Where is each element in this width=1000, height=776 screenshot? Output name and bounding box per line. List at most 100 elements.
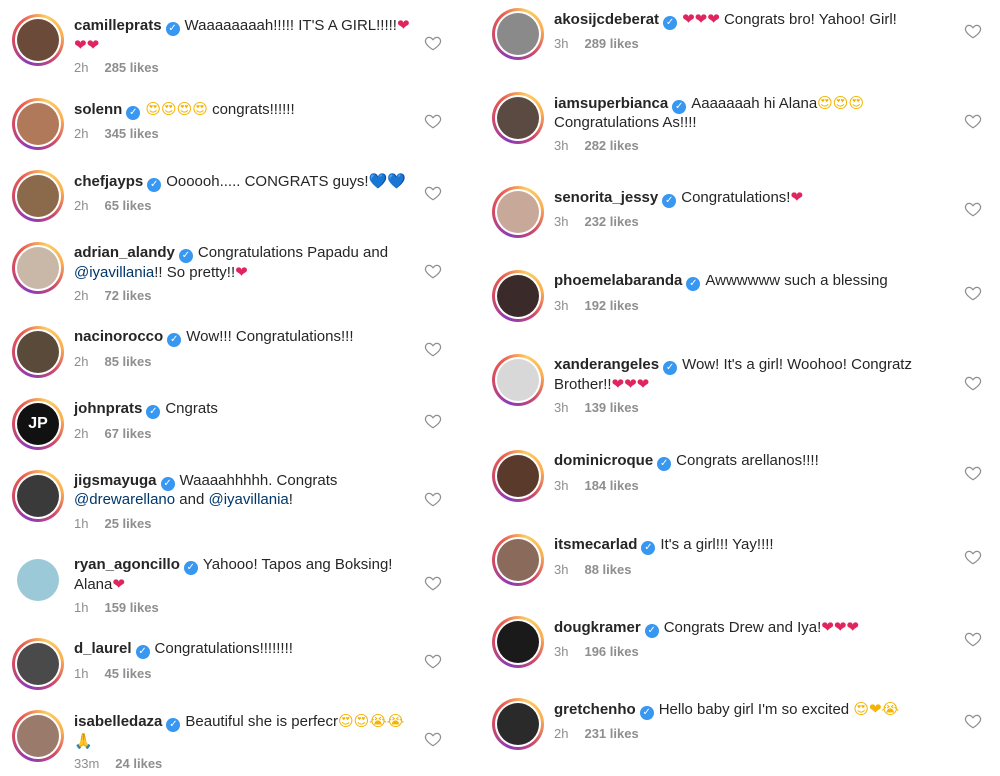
comment-likes[interactable]: 139 likes [584,400,638,415]
avatar[interactable] [12,98,64,150]
comment-likes[interactable]: 196 likes [584,644,638,659]
avatar[interactable] [12,326,64,378]
comment-message: Brother!! [554,376,612,393]
avatar[interactable] [492,8,544,60]
comment-likes[interactable]: 85 likes [104,354,151,369]
heart-outline-icon[interactable] [964,374,982,392]
verified-badge-icon: ✓ [663,361,678,375]
heart-outline-icon[interactable] [424,412,442,430]
comment-message: I'm so excited [753,701,854,718]
mention-link[interactable]: @iyavillania [74,264,154,281]
avatar[interactable] [12,470,64,522]
avatar[interactable] [492,698,544,750]
comment-message: Congrats arellanos!!!! [676,452,819,469]
avatar[interactable] [492,186,544,238]
emoji: ❤❤❤ [611,375,650,393]
comment-item: JP johnprats ✓ Cngrats 2h 67 likes [0,398,450,478]
heart-outline-icon[interactable] [424,112,442,130]
comment-likes[interactable]: 72 likes [104,288,151,303]
mention-link[interactable]: @iyavillania [209,491,289,508]
comment-username[interactable]: chefjayps [74,173,143,190]
comment-likes[interactable]: 184 likes [584,478,638,493]
comment-message: Congratulations Papadu and [197,244,389,261]
heart-outline-icon[interactable] [964,22,982,40]
comment-meta: 3h 192 likes [554,298,639,313]
heart-outline-icon[interactable] [964,200,982,218]
comment-text: phoemelabaranda ✓ Awwwwww such a blessing [554,272,954,291]
avatar[interactable] [492,92,544,144]
comment-likes[interactable]: 192 likes [584,298,638,313]
heart-outline-icon[interactable] [424,652,442,670]
comment-username[interactable]: johnprats [74,400,142,417]
comment-username[interactable]: jigsmayuga [74,472,157,489]
comment-likes[interactable]: 159 likes [104,600,158,615]
comment-meta: 2h 72 likes [74,288,151,303]
heart-outline-icon[interactable] [424,184,442,202]
comment-time: 3h [554,478,569,493]
comment-likes[interactable]: 289 likes [584,36,638,51]
comment-username[interactable]: adrian_alandy [74,244,175,261]
avatar[interactable]: JP [12,398,64,450]
avatar[interactable] [492,270,544,322]
heart-outline-icon[interactable] [964,284,982,302]
comment-likes[interactable]: 45 likes [104,666,151,681]
comment-username[interactable]: gretchenho [554,701,636,718]
comment-username[interactable]: nacinorocco [74,328,163,345]
comment-username[interactable]: iamsuperbianca [554,95,668,112]
comment-likes[interactable]: 65 likes [104,198,151,213]
comment-meta: 3h 289 likes [554,36,639,51]
comment-time: 3h [554,298,569,313]
comment-likes[interactable]: 282 likes [584,138,638,153]
heart-outline-icon[interactable] [964,464,982,482]
comment-username[interactable]: xanderangeles [554,356,659,373]
heart-outline-icon[interactable] [424,34,442,52]
comment-likes[interactable]: 345 likes [104,126,158,141]
comment-likes[interactable]: 88 likes [584,562,631,577]
verified-badge-icon: ✓ [165,22,180,36]
heart-outline-icon[interactable] [424,340,442,358]
comment-likes[interactable]: 67 likes [104,426,151,441]
comment-username[interactable]: ryan_agoncillo [74,556,180,573]
heart-outline-icon[interactable] [424,730,442,748]
comment-time: 1h [74,516,89,531]
comment-username[interactable]: dominicroque [554,452,653,469]
comment-likes[interactable]: 232 likes [584,214,638,229]
comment-username[interactable]: camilleprats [74,17,162,34]
comment-message: Waaaahhhhh. Congrats [179,472,338,489]
comment-username[interactable]: itsmecarlad [554,536,637,553]
heart-outline-icon[interactable] [964,630,982,648]
comment-likes[interactable]: 25 likes [104,516,151,531]
comment-item: dougkramer ✓ Congrats Drew and Iya!❤❤❤ 3h 19… [480,616,1000,696]
comment-username[interactable]: dougkramer [554,619,641,636]
avatar[interactable] [12,710,64,762]
comment-username[interactable]: isabelledaza [74,713,162,730]
comment-likes[interactable]: 285 likes [104,60,158,75]
comment-likes[interactable]: 24 likes [115,756,162,771]
avatar[interactable] [492,354,544,406]
comment-likes[interactable]: 231 likes [584,726,638,741]
comment-username[interactable]: solenn [74,101,122,118]
verified-badge-icon: ✓ [639,706,654,720]
heart-outline-icon[interactable] [964,548,982,566]
comment-username[interactable]: d_laurel [74,640,132,657]
heart-outline-icon[interactable] [964,112,982,130]
verified-badge-icon: ✓ [135,645,150,659]
comment-username[interactable]: akosijcdeberat [554,11,659,28]
avatar[interactable] [12,638,64,690]
comment-username[interactable]: phoemelabaranda [554,272,682,289]
avatar[interactable] [492,450,544,502]
comment-meta: 3h 196 likes [554,644,639,659]
mention-link[interactable]: @drewarellano [74,491,175,508]
heart-outline-icon[interactable] [424,490,442,508]
emoji: ❤ [112,575,125,593]
heart-outline-icon[interactable] [964,712,982,730]
heart-outline-icon[interactable] [424,262,442,280]
avatar[interactable] [492,616,544,668]
comment-username[interactable]: senorita_jessy [554,189,658,206]
avatar[interactable] [12,170,64,222]
heart-outline-icon[interactable] [424,574,442,592]
avatar[interactable] [12,242,64,294]
avatar[interactable] [12,14,64,66]
avatar[interactable] [492,534,544,586]
avatar[interactable] [12,554,64,606]
